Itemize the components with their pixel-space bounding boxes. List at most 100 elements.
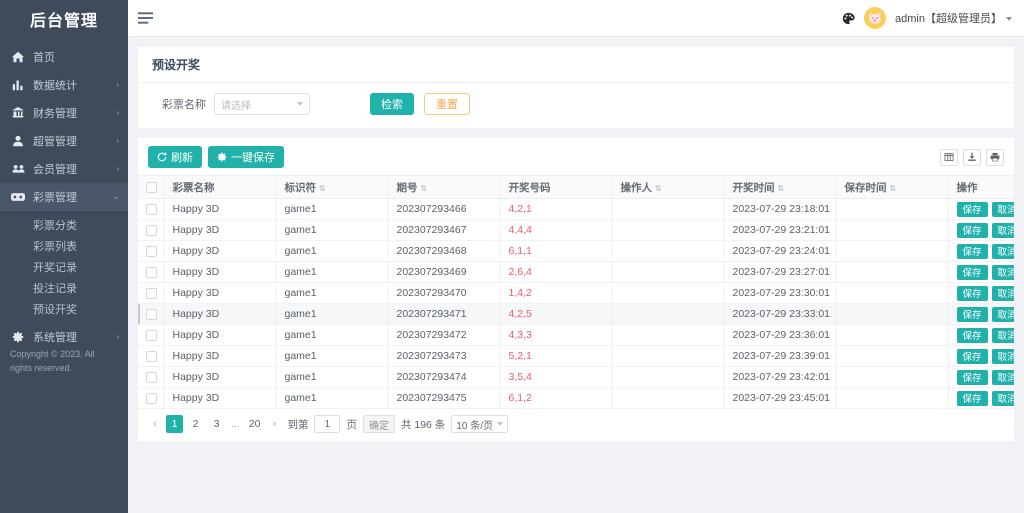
chevron-right-icon: › bbox=[116, 333, 119, 341]
page-button-last[interactable]: 20 bbox=[246, 415, 264, 433]
row-checkbox[interactable] bbox=[146, 267, 157, 278]
sidebar-subitem-bet-records[interactable]: 投注记录 bbox=[0, 277, 128, 298]
table-row[interactable]: Happy 3Dgame12023072934743,5,42023-07-29… bbox=[138, 367, 1014, 388]
table-row[interactable]: Happy 3Dgame12023072934724,3,32023-07-29… bbox=[138, 325, 1014, 346]
columns-icon[interactable] bbox=[940, 149, 958, 166]
cell-operator bbox=[612, 367, 724, 388]
th-save-time[interactable]: 保存时间⇅ bbox=[836, 176, 948, 199]
table-row[interactable]: Happy 3Dgame12023072934664,2,12023-07-29… bbox=[138, 199, 1014, 220]
print-icon[interactable] bbox=[986, 149, 1004, 166]
sidebar-subitem-lottery-list[interactable]: 彩票列表 bbox=[0, 235, 128, 256]
sort-icon[interactable]: ⇅ bbox=[778, 185, 785, 193]
sidebar-subitem-preset-draw[interactable]: 预设开奖 bbox=[0, 298, 128, 319]
lottery-name-select[interactable]: 请选择 bbox=[214, 93, 310, 115]
sidebar-item-statistics[interactable]: 数据统计 › bbox=[0, 71, 128, 99]
row-cancel-button[interactable]: 取消 bbox=[992, 328, 1014, 343]
page-button-3[interactable]: 3 bbox=[208, 415, 225, 433]
row-checkbox[interactable] bbox=[146, 225, 157, 236]
table-row[interactable]: Happy 3Dgame12023072934674,4,42023-07-29… bbox=[138, 220, 1014, 241]
sidebar-item-lottery[interactable]: 彩票管理 ⌄ bbox=[0, 183, 128, 211]
table-header-row: 彩票名称 标识符⇅ 期号⇅ 开奖号码 操作人⇅ 开奖时间⇅ 保存时间⇅ 操作 bbox=[138, 176, 1014, 199]
select-all-checkbox[interactable] bbox=[146, 182, 157, 193]
sidebar-item-label: 彩票管理 bbox=[33, 189, 112, 205]
cell-numbers: 1,4,2 bbox=[500, 283, 612, 304]
sort-icon[interactable]: ⇅ bbox=[319, 185, 326, 193]
sidebar-item-members[interactable]: 会员管理 › bbox=[0, 155, 128, 183]
row-checkbox[interactable] bbox=[146, 309, 157, 320]
avatar[interactable] bbox=[864, 7, 886, 29]
row-cancel-button[interactable]: 取消 bbox=[992, 307, 1014, 322]
cell-lottery-name: Happy 3D bbox=[164, 262, 276, 283]
winning-numbers: 4,4,4 bbox=[509, 224, 532, 236]
page-button-2[interactable]: 2 bbox=[187, 415, 204, 433]
sort-icon[interactable]: ⇅ bbox=[421, 185, 428, 193]
goto-confirm-button[interactable]: 确定 bbox=[363, 415, 395, 433]
row-save-button[interactable]: 保存 bbox=[957, 265, 988, 280]
home-icon bbox=[10, 51, 26, 63]
palette-icon[interactable] bbox=[842, 12, 855, 25]
user-menu[interactable]: admin【超级管理员】 bbox=[895, 10, 1012, 26]
cell-save-time bbox=[836, 220, 948, 241]
row-checkbox[interactable] bbox=[146, 393, 157, 404]
refresh-button[interactable]: 刷新 bbox=[148, 146, 202, 168]
sidebar-subitem-draw-records[interactable]: 开奖记录 bbox=[0, 256, 128, 277]
row-checkbox[interactable] bbox=[146, 204, 157, 215]
row-save-button[interactable]: 保存 bbox=[957, 223, 988, 238]
row-save-button[interactable]: 保存 bbox=[957, 328, 988, 343]
page-size-select[interactable]: 10 条/页 bbox=[451, 415, 508, 433]
cell-action: 保存取消 bbox=[948, 283, 1014, 304]
row-cancel-button[interactable]: 取消 bbox=[992, 391, 1014, 406]
page-button-1[interactable]: 1 bbox=[166, 415, 183, 433]
table-row[interactable]: Happy 3Dgame12023072934686,1,12023-07-29… bbox=[138, 241, 1014, 262]
table-row[interactable]: Happy 3Dgame12023072934714,2,52023-07-29… bbox=[138, 304, 1014, 325]
th-label: 操作人 bbox=[621, 182, 653, 194]
row-cancel-button[interactable]: 取消 bbox=[992, 244, 1014, 259]
row-save-button[interactable]: 保存 bbox=[957, 202, 988, 217]
row-save-button[interactable]: 保存 bbox=[957, 307, 988, 322]
row-save-button[interactable]: 保存 bbox=[957, 370, 988, 385]
table-row[interactable]: Happy 3Dgame12023072934692,6,42023-07-29… bbox=[138, 262, 1014, 283]
row-cancel-button[interactable]: 取消 bbox=[992, 349, 1014, 364]
select-value: 请选择 bbox=[221, 97, 297, 112]
sidebar-subitem-lottery-category[interactable]: 彩票分类 bbox=[0, 214, 128, 235]
sort-icon[interactable]: ⇅ bbox=[890, 185, 897, 193]
page-ellipsis[interactable]: ... bbox=[229, 418, 242, 430]
export-icon[interactable] bbox=[963, 149, 981, 166]
sidebar-item-system[interactable]: 系统管理 › bbox=[0, 323, 128, 351]
row-cancel-button[interactable]: 取消 bbox=[992, 370, 1014, 385]
row-save-button[interactable]: 保存 bbox=[957, 391, 988, 406]
reset-button[interactable]: 重置 bbox=[424, 93, 470, 115]
sidebar-item-finance[interactable]: 财务管理 › bbox=[0, 99, 128, 127]
row-checkbox[interactable] bbox=[146, 246, 157, 257]
table-row[interactable]: Happy 3Dgame12023072934735,2,12023-07-29… bbox=[138, 346, 1014, 367]
chevron-left-icon[interactable]: ‹ bbox=[148, 415, 162, 433]
th-operator[interactable]: 操作人⇅ bbox=[612, 176, 724, 199]
sidebar-item-home[interactable]: 首页 bbox=[0, 43, 128, 71]
row-cancel-button[interactable]: 取消 bbox=[992, 265, 1014, 280]
row-cancel-button[interactable]: 取消 bbox=[992, 286, 1014, 301]
row-checkbox[interactable] bbox=[146, 288, 157, 299]
chevron-right-icon[interactable]: › bbox=[267, 415, 281, 433]
sidebar-item-admin[interactable]: 超管管理 › bbox=[0, 127, 128, 155]
th-period[interactable]: 期号⇅ bbox=[388, 176, 500, 199]
row-checkbox[interactable] bbox=[146, 351, 157, 362]
row-save-button[interactable]: 保存 bbox=[957, 349, 988, 364]
hamburger-icon[interactable] bbox=[128, 12, 162, 24]
row-cancel-button[interactable]: 取消 bbox=[992, 202, 1014, 217]
row-cancel-button[interactable]: 取消 bbox=[992, 223, 1014, 238]
table-row[interactable]: Happy 3Dgame12023072934756,1,22023-07-29… bbox=[138, 388, 1014, 409]
row-checkbox[interactable] bbox=[146, 330, 157, 341]
search-button[interactable]: 检索 bbox=[370, 93, 414, 115]
table-row[interactable]: Happy 3Dgame12023072934701,4,22023-07-29… bbox=[138, 283, 1014, 304]
row-checkbox[interactable] bbox=[146, 372, 157, 383]
cell-action: 保存取消 bbox=[948, 346, 1014, 367]
th-draw-time[interactable]: 开奖时间⇅ bbox=[724, 176, 836, 199]
sort-icon[interactable]: ⇅ bbox=[655, 185, 662, 193]
th-code[interactable]: 标识符⇅ bbox=[276, 176, 388, 199]
goto-page-input[interactable] bbox=[314, 415, 340, 433]
cell-draw-time: 2023-07-29 23:27:01 bbox=[724, 262, 836, 283]
row-save-button[interactable]: 保存 bbox=[957, 244, 988, 259]
save-all-button[interactable]: 一键保存 bbox=[208, 146, 284, 168]
cell-draw-time: 2023-07-29 23:45:01 bbox=[724, 388, 836, 409]
row-save-button[interactable]: 保存 bbox=[957, 286, 988, 301]
